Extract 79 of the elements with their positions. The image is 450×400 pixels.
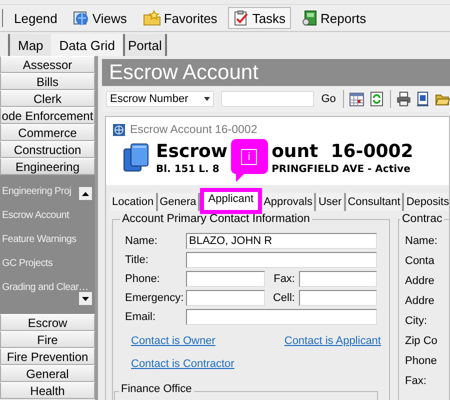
panel-title: Escrow Account	[102, 59, 450, 86]
field-label: Fax:	[405, 374, 428, 389]
toolbar-button[interactable]: Tasks	[228, 7, 291, 29]
info-icon: i	[241, 148, 258, 164]
sidebar-group-button[interactable]: Escrow	[0, 314, 95, 331]
go-button[interactable]: Go	[319, 93, 338, 105]
field-label: Title:	[125, 254, 150, 266]
book-icon[interactable]	[302, 10, 318, 26]
refresh-icon[interactable]	[369, 91, 385, 107]
form-tab[interactable]: Deposits	[404, 193, 449, 211]
text-field[interactable]	[299, 290, 377, 306]
form-tab[interactable]: Genera	[158, 193, 200, 211]
field-label: Name:	[125, 234, 158, 246]
field-label: Addre	[405, 274, 436, 289]
toolbar-button[interactable]: Views	[68, 7, 132, 29]
globe-icon	[112, 123, 126, 137]
field-label: Conta	[405, 254, 436, 269]
field-label: Fax:	[272, 272, 296, 284]
form-tab[interactable]: Applicant	[200, 188, 262, 214]
form-header: Escrow Account 16-0002	[130, 124, 258, 136]
folder-star-icon[interactable]	[142, 10, 161, 26]
text-field[interactable]	[186, 308, 377, 324]
sidebar-group-button[interactable]: ode Enforcement	[0, 107, 95, 124]
view-tab[interactable]: Map	[8, 34, 52, 56]
view-tab[interactable]: Data Grid	[51, 34, 125, 56]
toolbar-button[interactable]: Favorites	[138, 7, 222, 29]
form-tab[interactable]: Approvals	[262, 193, 316, 211]
printer-icon[interactable]	[396, 91, 412, 107]
field-label: Email:	[125, 310, 157, 322]
sidebar-group-button[interactable]: Bills	[0, 73, 95, 90]
field-label: Phone:	[125, 272, 161, 284]
view-tab[interactable]: Portal	[124, 34, 167, 56]
contact-link[interactable]: Contact is Applicant	[284, 335, 381, 349]
sidebar-group-button[interactable]: Health	[0, 382, 95, 399]
text-field[interactable]	[186, 252, 377, 268]
sidebar-group-button[interactable]: Commerce	[0, 124, 95, 141]
toolbar-button[interactable]: Reports	[296, 7, 372, 29]
form-tab[interactable]: User	[316, 193, 346, 211]
up-arrow-icon	[82, 192, 89, 196]
field-label: City:	[405, 314, 428, 329]
sidebar-group-button[interactable]: Engineering	[0, 158, 95, 175]
clipboard-icon[interactable]	[233, 10, 250, 26]
field-label: Addre	[405, 294, 436, 309]
record-title: Escrow	[156, 141, 228, 163]
field-label: Name:	[405, 234, 438, 249]
caret-icon	[204, 97, 210, 101]
field-label: Zip Co	[405, 334, 438, 349]
group-legend: Account Primary Contact Information	[120, 213, 312, 225]
record-title: ount 16-0002	[272, 141, 414, 163]
text-field[interactable]	[299, 270, 377, 286]
form-tab[interactable]: Consultant	[346, 193, 404, 211]
calendar-icon[interactable]	[348, 91, 364, 107]
field-label: Phone	[405, 354, 438, 369]
scroll-up-button[interactable]	[78, 186, 93, 201]
field-label: Cell:	[272, 292, 296, 304]
toolbar-button[interactable]: Legend	[9, 7, 62, 29]
group-legend: Contrac	[400, 213, 444, 225]
text-field[interactable]	[186, 290, 265, 306]
search-type-dropdown[interactable]: Escrow Number	[106, 91, 214, 107]
field-label: Emergency:	[125, 292, 185, 304]
contact-link[interactable]: Contact is Owner	[131, 335, 216, 349]
contact-link[interactable]: Contact is Contractor	[131, 358, 234, 372]
sidebar-group-button[interactable]: Fire Prevention	[0, 348, 95, 365]
text-field[interactable]	[186, 270, 265, 286]
sidebar-group-button[interactable]: Assessor	[0, 56, 95, 73]
sidebar-group-button[interactable]: Construction	[0, 141, 95, 158]
document-icon[interactable]	[416, 91, 430, 107]
down-arrow-icon	[82, 296, 89, 300]
scroll-down-button[interactable]	[78, 291, 93, 306]
sidebar-group-button[interactable]: General	[0, 365, 95, 382]
sidebar-group-button[interactable]: Fire	[0, 331, 95, 348]
dropdown-value: Escrow Number	[110, 93, 188, 105]
record-subtitle: PRINGFIELD AVE - Active	[272, 163, 412, 177]
globe-icon[interactable]	[73, 10, 90, 26]
search-field[interactable]	[221, 91, 314, 107]
sidebar-group-button[interactable]: Clerk	[0, 90, 95, 107]
text-field[interactable]: BLAZO, JOHN R	[186, 232, 377, 248]
record-subtitle: Bl. 151 L. 8	[156, 163, 220, 177]
form-tab[interactable]: Location	[110, 193, 158, 211]
